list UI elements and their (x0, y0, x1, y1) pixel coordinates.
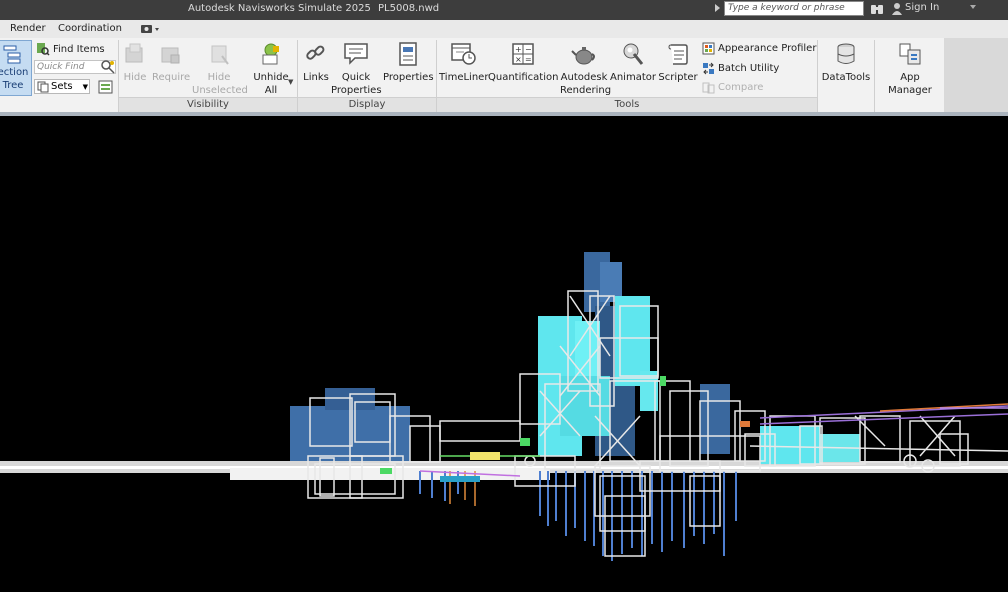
svg-text:=: = (525, 55, 532, 64)
animator-button[interactable]: Animator (610, 42, 656, 84)
selection-tree-icon (3, 45, 21, 64)
camera-icon[interactable] (141, 24, 161, 34)
autodesk-rendering-button[interactable]: Autodesk Rendering (560, 42, 612, 97)
animator-label: Animator (610, 72, 656, 83)
datatools-label: DataTools (821, 72, 871, 83)
quantification-label: Quantification (488, 72, 559, 83)
visibility-panel-label: Visibility (119, 97, 297, 112)
require-icon (161, 47, 180, 64)
scroll-icon (668, 44, 688, 65)
autodesk-rendering-label-1: Autodesk (560, 72, 608, 83)
datatools-button[interactable]: DataTools (821, 42, 871, 84)
links-icon (306, 45, 325, 60)
properties-button[interactable]: Properties (383, 42, 434, 84)
title-bar: Autodesk Navisworks Simulate 2025 PL5008… (0, 0, 1008, 20)
ribbon-tab-bar: Render Coordination (0, 20, 1008, 39)
app-manager-icon (899, 43, 921, 65)
building-masses (290, 252, 730, 461)
timeliner-icon (451, 43, 476, 65)
search-expand-icon[interactable] (715, 4, 720, 12)
binoculars-icon[interactable] (870, 2, 884, 15)
tab-render[interactable]: Render (10, 23, 46, 34)
ribbon-empty-area (944, 38, 1008, 112)
svg-text:×: × (515, 55, 522, 64)
sets-label: Sets (51, 81, 73, 92)
selection-tree-button[interactable]: ection Tree (0, 40, 32, 96)
require-label: Require (152, 72, 191, 83)
scripter-label: Scripter (658, 72, 698, 83)
quantification-icon: + − × = (512, 43, 534, 65)
selection-tree-label-2: Tree (2, 80, 24, 91)
user-icon[interactable] (891, 2, 903, 15)
unhide-all-label-1: Unhide (253, 72, 289, 83)
quick-properties-label-1: Quick (341, 72, 371, 83)
file-name: PL5008.nwd (378, 3, 440, 14)
svg-text:−: − (525, 45, 532, 54)
autodesk-rendering-label-2: Rendering (560, 85, 612, 96)
hide-unselected-label-2: Unselected (192, 85, 248, 96)
compare-icon (702, 82, 715, 94)
3d-viewport[interactable] (0, 116, 1008, 592)
unhide-all-icon (262, 43, 279, 65)
quick-properties-label-2: Properties (331, 85, 382, 96)
hide-icon (125, 43, 143, 63)
find-items-label: Find Items (53, 43, 105, 55)
timeliner-button[interactable]: TimeLiner (439, 42, 489, 84)
svg-text:+: + (515, 45, 522, 54)
sets-icon (37, 81, 49, 92)
hide-unselected-icon (211, 45, 229, 65)
chevron-down-icon[interactable]: ▼ (288, 78, 293, 86)
separator (874, 40, 875, 112)
scripter-button[interactable]: Scripter (657, 42, 699, 84)
piles (419, 471, 737, 561)
appearance-profiler-icon (702, 42, 715, 55)
batch-utility-label: Batch Utility (718, 63, 780, 74)
unhide-all-button[interactable]: Unhide All (252, 42, 290, 97)
properties-icon (399, 42, 417, 66)
database-icon (837, 43, 855, 64)
teapot-icon (571, 47, 595, 65)
quick-properties-button[interactable]: Quick Properties (331, 42, 382, 97)
chevron-down-icon[interactable] (970, 5, 976, 9)
find-items-button[interactable]: Find Items (36, 42, 105, 56)
app-manager-button[interactable]: App Manager (878, 42, 942, 97)
animator-icon (623, 43, 644, 65)
help-search-input[interactable]: Type a keyword or phrase (724, 1, 864, 16)
tools-panel-label: Tools (437, 97, 817, 112)
quantification-button[interactable]: + − × = Quantification (488, 42, 558, 84)
hide-unselected-label-1: Hide (207, 72, 231, 83)
hide-unselected-button[interactable]: Hide Unselected (192, 42, 248, 97)
find-items-icon (37, 43, 50, 56)
sign-in-button[interactable]: Sign In (905, 2, 939, 13)
selection-tree-label-1: ection (0, 67, 29, 78)
links-button[interactable]: Links (301, 42, 331, 84)
properties-label: Properties (383, 72, 434, 83)
appearance-profiler-label: Appearance Profiler (718, 43, 817, 54)
links-label: Links (303, 72, 329, 83)
ribbon: ection Tree Find Items Quick Find Sets ▼ (0, 38, 1008, 112)
quick-find-search-icon[interactable] (100, 59, 116, 75)
app-manager-label: App Manager (888, 72, 932, 96)
separator (817, 40, 818, 112)
display-panel-label: Display (298, 97, 436, 112)
compare-button[interactable]: Compare (702, 81, 763, 94)
chevron-down-icon: ▼ (82, 82, 89, 91)
appearance-profiler-button[interactable]: Appearance Profiler (702, 42, 816, 55)
app-title: Autodesk Navisworks Simulate 2025 (188, 3, 371, 14)
batch-utility-icon (703, 62, 714, 75)
quick-properties-icon (344, 43, 368, 65)
sets-dropdown[interactable]: Sets ▼ (34, 79, 90, 94)
manage-sets-icon[interactable] (98, 79, 114, 95)
compare-label: Compare (718, 82, 764, 93)
hide-button[interactable]: Hide (122, 42, 148, 84)
batch-utility-button[interactable]: Batch Utility (702, 62, 779, 75)
hide-label: Hide (123, 72, 147, 83)
tab-coordination[interactable]: Coordination (58, 23, 122, 34)
window-title: Autodesk Navisworks Simulate 2025 PL5008… (188, 3, 443, 14)
require-button[interactable]: Require (152, 42, 190, 84)
timeliner-label: TimeLiner (439, 72, 489, 83)
unhide-all-label-2: All (264, 85, 278, 96)
